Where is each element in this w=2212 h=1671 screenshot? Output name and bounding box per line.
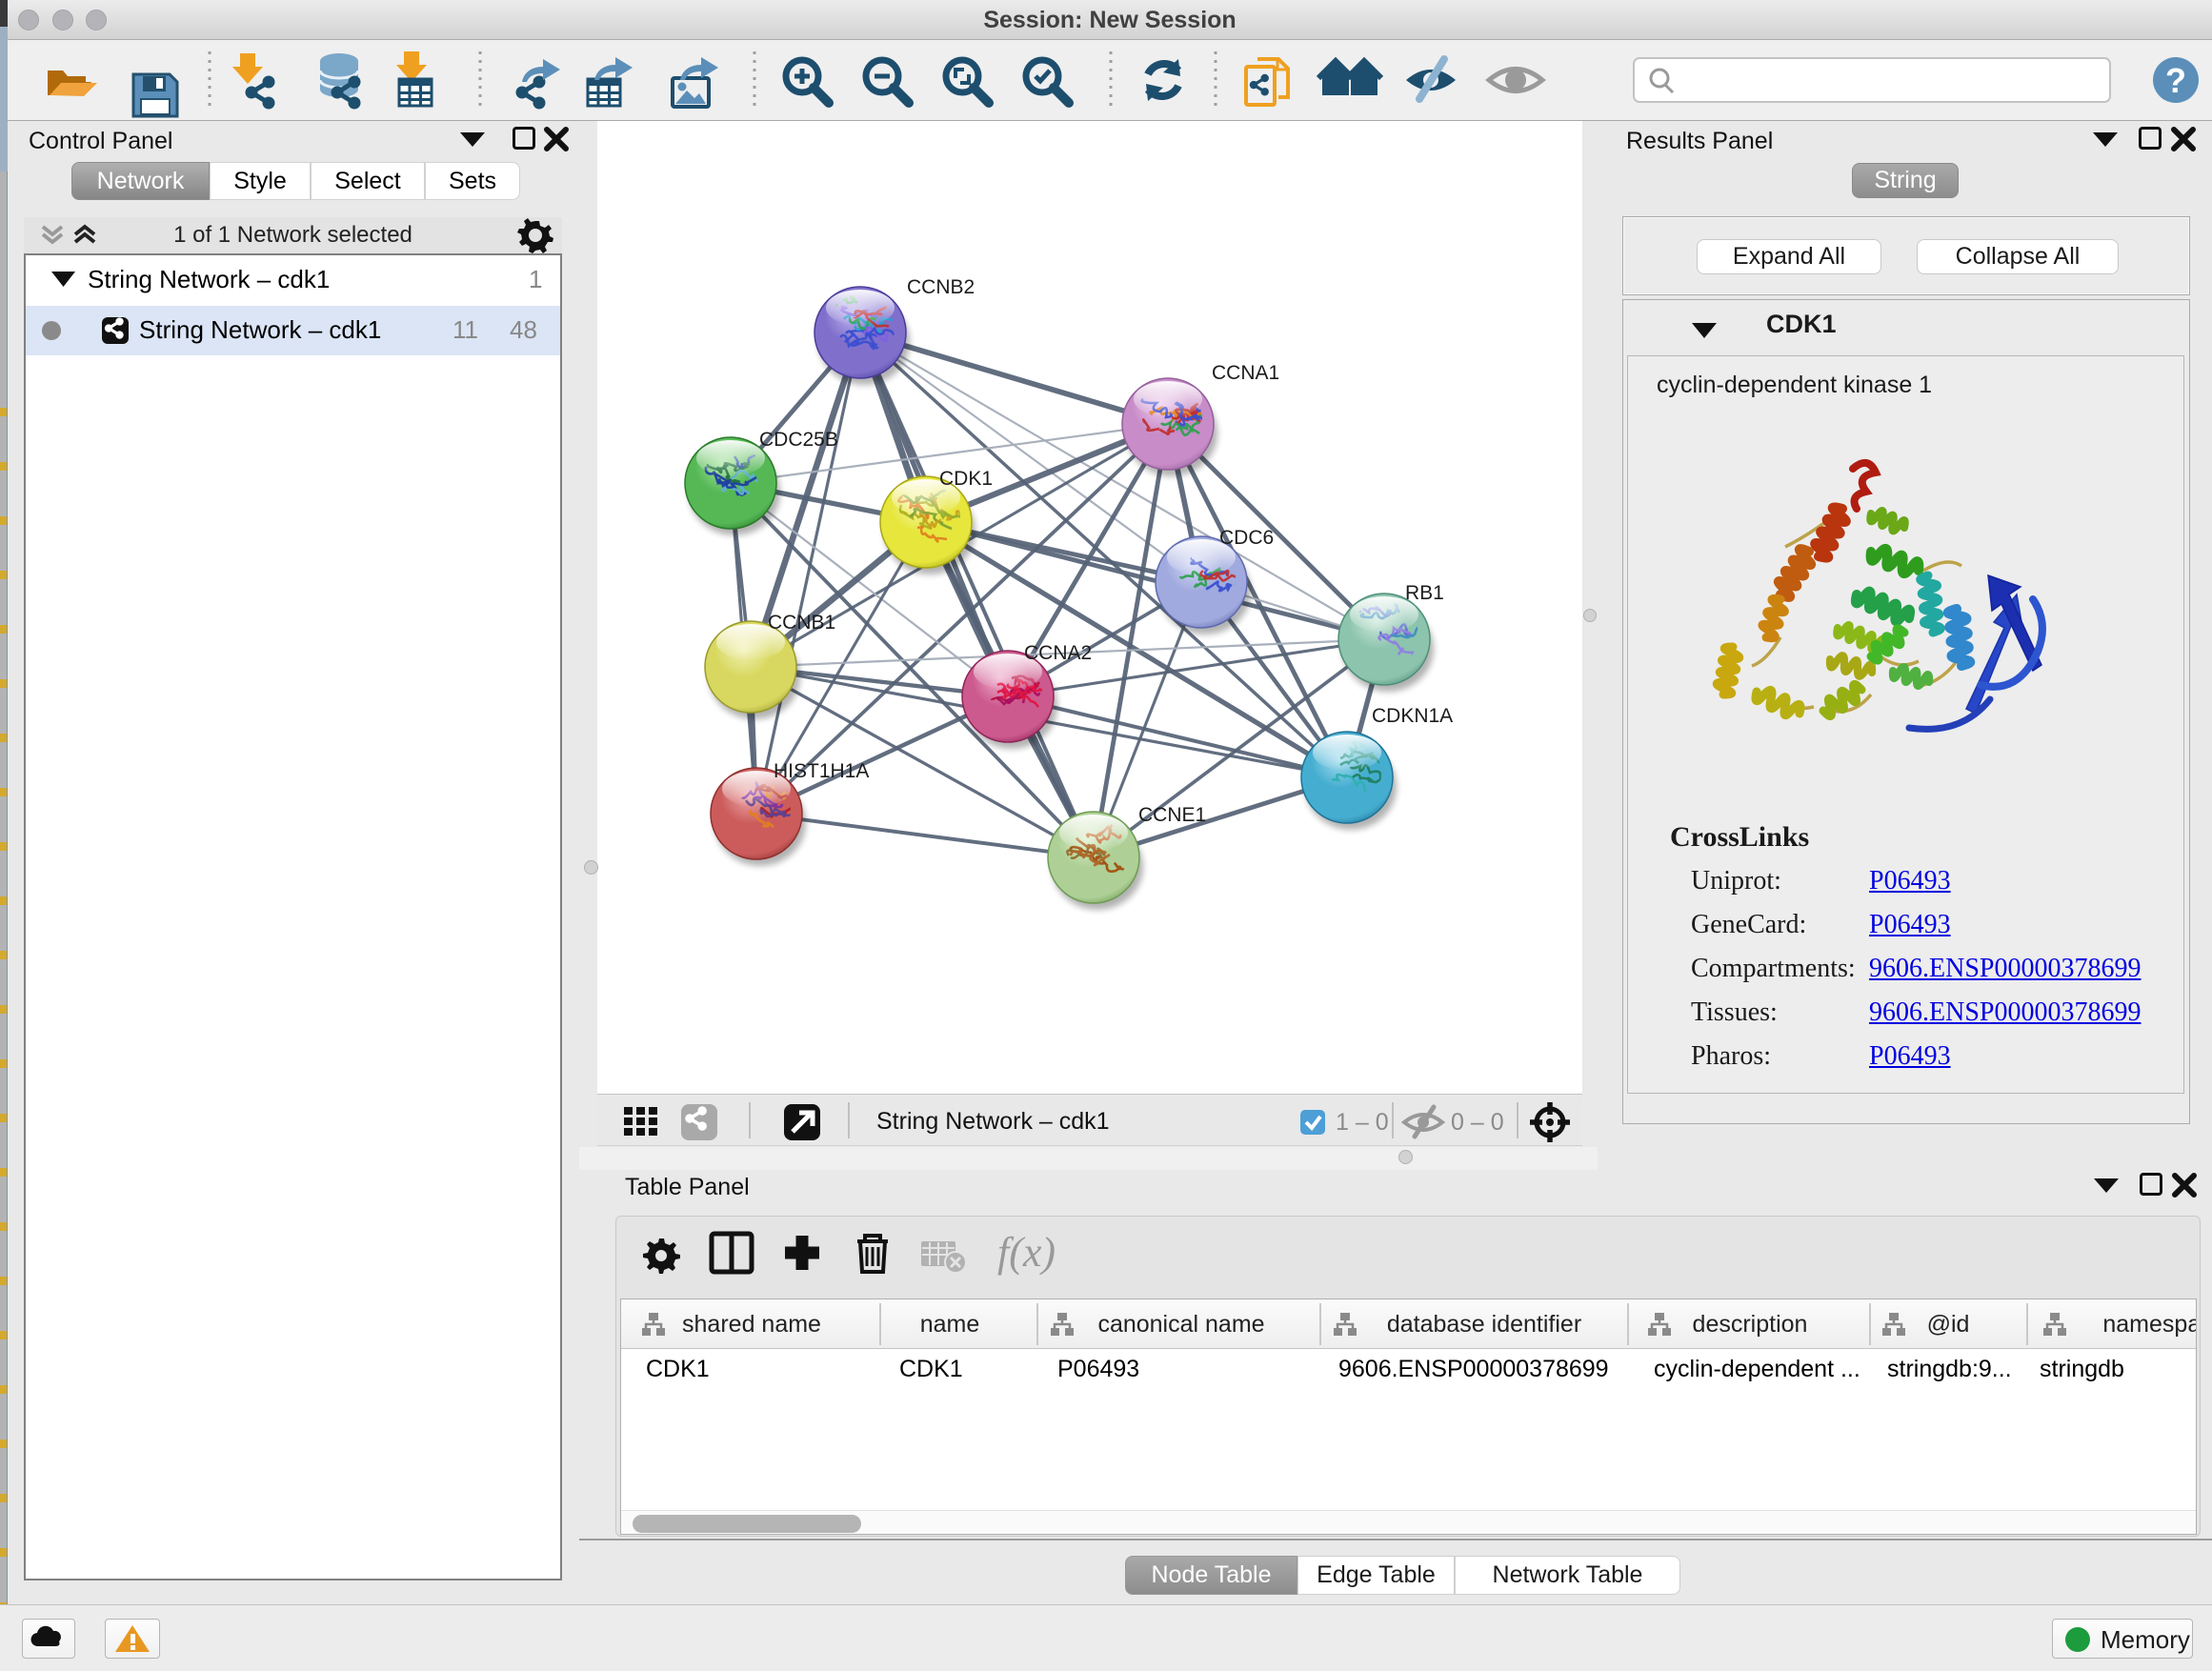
svg-text:RB1: RB1 bbox=[1405, 582, 1444, 604]
svg-text:name: name bbox=[920, 1311, 980, 1338]
svg-text:CCNA1: CCNA1 bbox=[1212, 362, 1279, 384]
svg-text:CCNB2: CCNB2 bbox=[907, 276, 975, 298]
svg-text:CDK1: CDK1 bbox=[939, 468, 993, 490]
svg-text:P06493: P06493 bbox=[1057, 1356, 1139, 1382]
svg-text:namespace: namespace bbox=[2102, 1311, 2196, 1338]
svg-text:shared name: shared name bbox=[682, 1311, 821, 1338]
svg-text:CCNA2: CCNA2 bbox=[1024, 642, 1092, 664]
svg-text:1 – 0: 1 – 0 bbox=[1336, 1109, 1389, 1136]
svg-text:CDK1: CDK1 bbox=[899, 1356, 963, 1382]
svg-text:canonical name: canonical name bbox=[1097, 1311, 1264, 1338]
svg-text:stringdb: stringdb bbox=[2040, 1356, 2124, 1382]
svg-text:database identifier: database identifier bbox=[1387, 1311, 1581, 1338]
svg-text:0 – 0: 0 – 0 bbox=[1451, 1109, 1504, 1136]
svg-text:CDC25B: CDC25B bbox=[759, 429, 838, 451]
svg-text:cyclin-dependent ...: cyclin-dependent ... bbox=[1654, 1356, 1860, 1382]
svg-text:9606.ENSP00000378699: 9606.ENSP00000378699 bbox=[1338, 1356, 1609, 1382]
svg-text:HIST1H1A: HIST1H1A bbox=[774, 760, 869, 782]
svg-text:CDK1: CDK1 bbox=[646, 1356, 710, 1382]
svg-text:String Network – cdk1: String Network – cdk1 bbox=[876, 1108, 1110, 1135]
svg-text:CCNB1: CCNB1 bbox=[768, 612, 835, 634]
svg-text:CDKN1A: CDKN1A bbox=[1372, 705, 1453, 727]
svg-text:stringdb:9...: stringdb:9... bbox=[1887, 1356, 2012, 1382]
svg-text:@id: @id bbox=[1927, 1311, 1970, 1338]
svg-text:f(x): f(x) bbox=[997, 1229, 1056, 1276]
svg-text:?: ? bbox=[2165, 61, 2186, 100]
svg-text:CDC6: CDC6 bbox=[1219, 527, 1274, 549]
svg-text:CCNE1: CCNE1 bbox=[1138, 804, 1206, 826]
svg-text:description: description bbox=[1693, 1311, 1808, 1338]
